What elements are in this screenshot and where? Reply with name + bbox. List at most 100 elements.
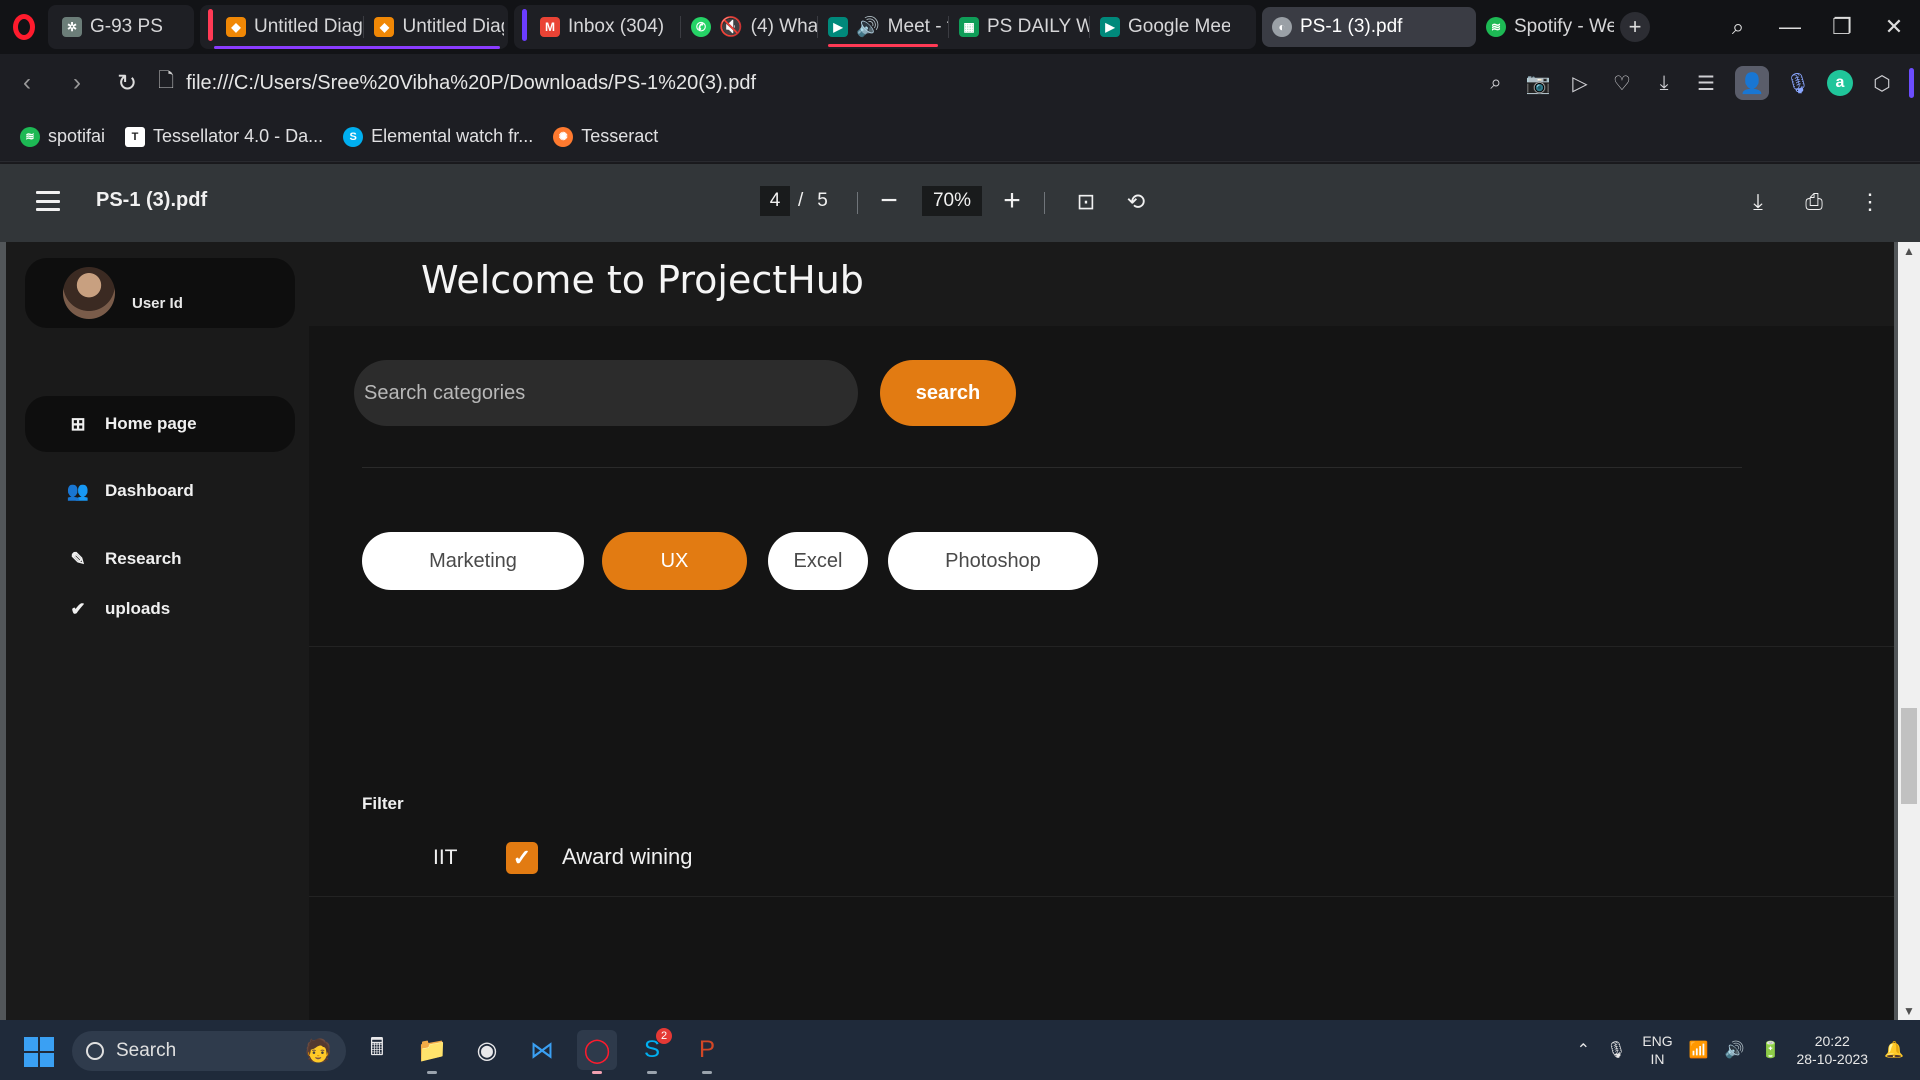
bookmark-elemental[interactable]: S Elemental watch fr... xyxy=(343,126,533,147)
search-button[interactable]: search xyxy=(880,360,1016,426)
scrollbar-thumb[interactable] xyxy=(1901,708,1917,804)
page-number-input[interactable]: 4 xyxy=(760,186,790,216)
tab-google-meet[interactable]: ▶ Google Mee xyxy=(1090,7,1230,47)
volume-icon[interactable]: 🔊 xyxy=(1717,1040,1753,1060)
url-text[interactable]: file:///C:/Users/Sree%20Vibha%20P/Downlo… xyxy=(186,72,756,95)
page-title: Welcome to ProjectHub xyxy=(421,258,864,302)
aria-icon[interactable]: a xyxy=(1827,70,1853,96)
close-window-button[interactable]: ✕ xyxy=(1868,0,1920,54)
sidebar-item-uploads[interactable]: ✔ uploads xyxy=(25,581,295,637)
send-icon[interactable]: ▷ xyxy=(1559,62,1601,104)
filter-option-iit[interactable]: IIT xyxy=(433,846,458,870)
sidebar-item-dashboard[interactable]: 👥 Dashboard xyxy=(25,463,295,519)
snapshot-icon[interactable]: 📷 xyxy=(1517,62,1559,104)
scroll-down-icon[interactable]: ▼ xyxy=(1898,1002,1920,1020)
tab-whatsapp[interactable]: ✆ 🔇 (4) What xyxy=(681,7,817,47)
chip-ux[interactable]: UX xyxy=(602,532,747,590)
tab-gmail[interactable]: M Inbox (304) xyxy=(530,7,680,47)
search-input[interactable]: Search categories xyxy=(354,360,858,426)
print-icon[interactable]: ⎙ xyxy=(1797,185,1831,219)
clock-time: 20:22 xyxy=(1814,1033,1850,1049)
clock[interactable]: 20:22 28-10-2023 xyxy=(1788,1032,1876,1068)
scroll-up-icon[interactable]: ▲ xyxy=(1898,242,1920,260)
back-button[interactable]: ‹ xyxy=(2,58,52,108)
microphone-tray-icon[interactable]: 🎙 xyxy=(1598,1040,1634,1060)
extensions-icon[interactable]: ⬡ xyxy=(1861,62,1903,104)
page-separator: / xyxy=(798,190,804,211)
tab-group-work: M Inbox (304) ✆ 🔇 (4) What ▶ 🔊 Meet - ff… xyxy=(514,5,1256,49)
address-bar-actions: ⌕ 📷 ▷ ♡ ⤓ ☰ 👤 🎙 a ⬡ xyxy=(1475,54,1920,112)
url-field[interactable]: 🗋 file:///C:/Users/Sree%20Vibha%20P/Down… xyxy=(158,54,756,112)
zoom-out-button[interactable]: − xyxy=(872,184,906,218)
more-options-icon[interactable]: ⋮ xyxy=(1853,185,1887,219)
microphone-icon[interactable]: 🎙 xyxy=(1777,62,1819,104)
divider xyxy=(309,646,1894,647)
calculator-icon[interactable]: 🖩 xyxy=(357,1030,397,1070)
wifi-icon[interactable]: 📶 xyxy=(1681,1040,1717,1060)
edit-icon: ✎ xyxy=(70,548,86,569)
filter-title: Filter xyxy=(362,794,404,813)
chip-photoshop[interactable]: Photoshop xyxy=(888,532,1098,590)
powerpoint-icon[interactable]: P xyxy=(687,1030,727,1074)
award-checkbox[interactable]: ✓ xyxy=(506,842,538,874)
zoom-search-icon[interactable]: ⌕ xyxy=(1475,62,1517,104)
opera-taskbar-icon[interactable]: ◯ xyxy=(577,1030,617,1074)
taskbar-search[interactable]: Search 🧑 xyxy=(72,1031,346,1071)
file-explorer-icon[interactable]: 📁 xyxy=(412,1030,452,1074)
check-icon: ✓ xyxy=(512,845,532,870)
bookmark-tesseract[interactable]: ✺ Tesseract xyxy=(553,126,658,147)
tab-label: (4) What xyxy=(750,16,817,37)
sidebar: User Id ⊞ Home page 👥 Dashboard ✎ Resear… xyxy=(6,242,309,1020)
sidebar-accent xyxy=(1909,68,1914,98)
meet-icon: ▶ xyxy=(1100,17,1120,37)
windows-start-icon[interactable] xyxy=(24,1037,54,1067)
tab-label: Spotify - We xyxy=(1514,16,1614,37)
chrome-icon[interactable]: ◉ xyxy=(467,1030,507,1070)
menu-icon[interactable] xyxy=(36,191,60,211)
sidebar-item-research[interactable]: ✎ Research xyxy=(25,531,295,587)
forward-button[interactable]: › xyxy=(52,58,102,108)
filter-option-award[interactable]: Award wining xyxy=(562,844,692,870)
vertical-scrollbar[interactable]: ▲ ▼ xyxy=(1898,242,1920,1020)
sidebar-item-home[interactable]: ⊞ Home page xyxy=(25,396,295,452)
bookmark-tessellator[interactable]: T Tessellator 4.0 - Da... xyxy=(125,126,323,147)
rotate-icon[interactable]: ⟲ xyxy=(1119,185,1153,219)
chevron-up-icon[interactable]: ⌃ xyxy=(1569,1040,1598,1060)
restore-button[interactable]: ❐ xyxy=(1816,0,1868,54)
heart-icon[interactable]: ♡ xyxy=(1601,62,1643,104)
tab-sheets[interactable]: ▦ PS DAILY W xyxy=(949,7,1089,47)
search-tabs-icon[interactable]: ⌕ xyxy=(1712,0,1764,54)
tab-pdf-active[interactable]: ◐ PS-1 (3).pdf xyxy=(1262,7,1476,47)
minimize-button[interactable]: — xyxy=(1764,0,1816,54)
opera-menu-icon[interactable] xyxy=(0,0,48,54)
bookmark-spotifai[interactable]: ≋ spotifai xyxy=(20,126,105,147)
profile-icon[interactable]: 👤 xyxy=(1735,66,1769,100)
tab-meet[interactable]: ▶ 🔊 Meet - ff xyxy=(818,7,948,47)
fit-page-icon[interactable]: ⊡ xyxy=(1069,185,1103,219)
zoom-input[interactable]: 70% xyxy=(922,186,982,216)
reload-button[interactable]: ↻ xyxy=(102,58,152,108)
speaker-icon[interactable]: 🔊 xyxy=(856,15,880,39)
easy-setup-icon[interactable]: ☰ xyxy=(1685,62,1727,104)
search-placeholder: Search categories xyxy=(364,381,526,404)
tab-drawio-2[interactable]: ◆ Untitled Diag xyxy=(364,7,504,47)
chip-excel[interactable]: Excel xyxy=(768,532,868,590)
new-tab-button[interactable]: + xyxy=(1620,12,1650,42)
tab-spotify[interactable]: ≋ Spotify - We xyxy=(1476,7,1614,47)
vscode-icon[interactable]: ⋈ xyxy=(522,1030,562,1070)
tab-label: G-93 PS xyxy=(90,16,163,37)
user-card[interactable]: User Id xyxy=(25,258,295,328)
download-icon[interactable]: ⤓ xyxy=(1643,62,1685,104)
bookmark-label: spotifai xyxy=(48,126,106,146)
tab-chatgpt[interactable]: ✲ G-93 PS xyxy=(52,7,190,47)
language-indicator[interactable]: ENG IN xyxy=(1634,1032,1680,1068)
skype-taskbar-icon[interactable]: S 2 xyxy=(632,1028,672,1074)
tab-drawio-1[interactable]: ◆ Untitled Diag xyxy=(216,7,363,47)
download-pdf-icon[interactable]: ⤓ xyxy=(1741,185,1775,219)
battery-icon[interactable]: 🔋 xyxy=(1753,1040,1789,1060)
mute-icon[interactable]: 🔇 xyxy=(719,15,743,39)
notification-bell-icon[interactable]: 🔔 xyxy=(1876,1040,1920,1060)
pdf-title: PS-1 (3).pdf xyxy=(96,189,208,211)
zoom-in-button[interactable]: + xyxy=(995,184,1029,218)
chip-marketing[interactable]: Marketing xyxy=(362,532,584,590)
